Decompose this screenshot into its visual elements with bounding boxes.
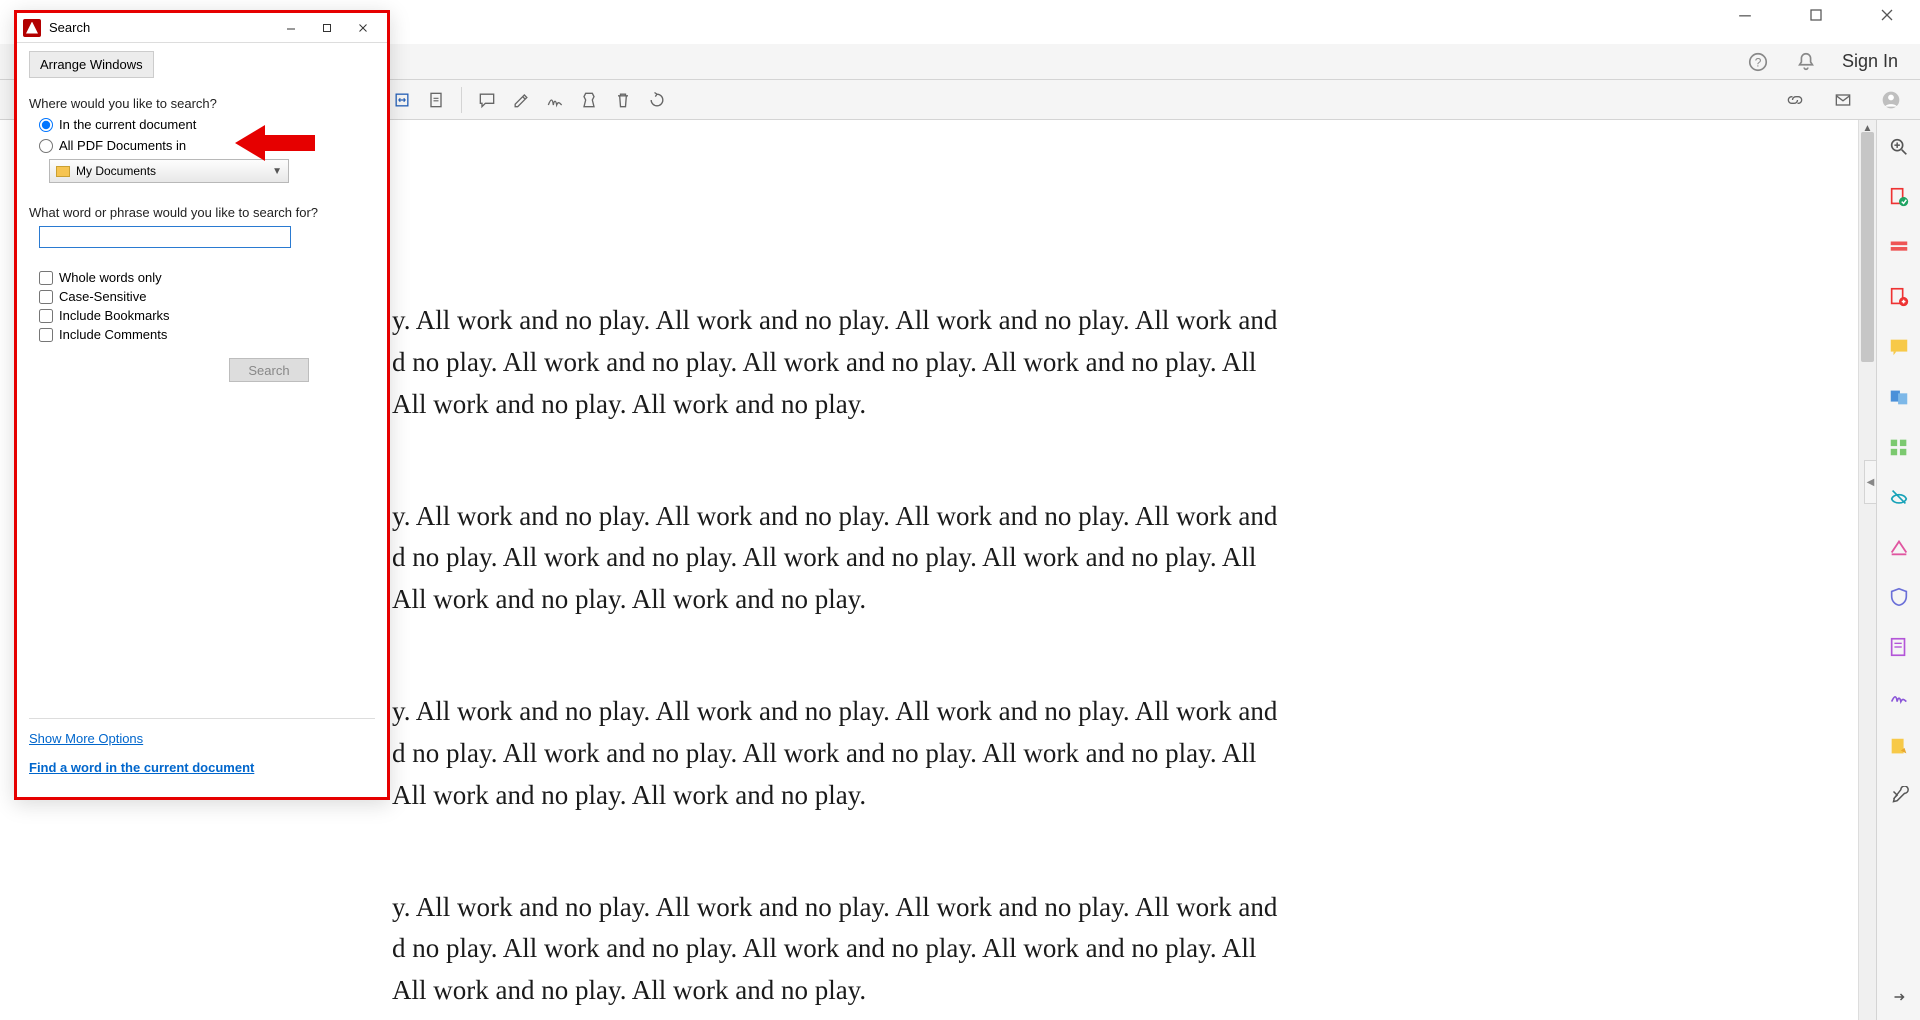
main-minimize-button[interactable] xyxy=(1722,0,1768,30)
where-search-label: Where would you like to search? xyxy=(29,96,375,111)
checkbox-case-sensitive-input[interactable] xyxy=(39,290,53,304)
location-dropdown-value: My Documents xyxy=(76,164,156,178)
sign-in-link[interactable]: Sign In xyxy=(1842,51,1898,72)
search-phrase-input[interactable] xyxy=(39,226,291,248)
document-viewport[interactable]: y. All work and no play. All work and no… xyxy=(392,120,1856,1020)
checkbox-include-comments-label: Include Comments xyxy=(59,327,167,342)
stamp-icon[interactable] xyxy=(572,83,606,117)
chevron-down-icon: ▼ xyxy=(272,166,282,177)
search-dialog: Search Arrange Windows Where would you l… xyxy=(14,10,390,800)
compress-icon[interactable] xyxy=(1886,534,1912,560)
checkbox-include-bookmarks-input[interactable] xyxy=(39,309,53,323)
checkbox-include-bookmarks[interactable]: Include Bookmarks xyxy=(39,308,375,323)
dialog-maximize-button[interactable] xyxy=(309,15,345,41)
comment-tool-icon[interactable] xyxy=(1886,334,1912,360)
right-tools-panel xyxy=(1876,120,1920,1020)
dialog-titlebar[interactable]: Search xyxy=(17,13,387,43)
checkbox-include-comments-input[interactable] xyxy=(39,328,53,342)
sign-icon[interactable] xyxy=(538,83,572,117)
main-close-button[interactable] xyxy=(1864,0,1910,30)
checkbox-case-sensitive[interactable]: Case-Sensitive xyxy=(39,289,375,304)
mail-icon[interactable] xyxy=(1826,83,1860,117)
edit-pdf-icon[interactable] xyxy=(1886,284,1912,310)
comment-icon[interactable] xyxy=(470,83,504,117)
what-search-label: What word or phrase would you like to se… xyxy=(29,205,375,220)
show-more-options-link[interactable]: Show More Options xyxy=(29,731,375,746)
arrange-windows-button[interactable]: Arrange Windows xyxy=(29,51,154,78)
combine-icon[interactable] xyxy=(1886,384,1912,410)
search-zoom-icon[interactable] xyxy=(1886,134,1912,160)
delete-icon[interactable] xyxy=(606,83,640,117)
link-icon[interactable] xyxy=(1778,83,1812,117)
svg-text:?: ? xyxy=(1755,55,1762,69)
redact-icon[interactable] xyxy=(1886,484,1912,510)
export-pdf-icon[interactable] xyxy=(1886,184,1912,210)
radio-all-documents[interactable]: All PDF Documents in xyxy=(39,138,375,153)
right-panel-collapse-icon[interactable]: ◀ xyxy=(1864,460,1876,504)
protect-icon[interactable] xyxy=(1886,584,1912,610)
send-icon[interactable] xyxy=(1886,734,1912,760)
radio-current-document-input[interactable] xyxy=(39,118,53,132)
vertical-scrollbar[interactable]: ▲ xyxy=(1858,120,1876,1020)
fit-page-icon[interactable] xyxy=(419,83,453,117)
document-paragraph: y. All work and no play. All work and no… xyxy=(392,300,1856,426)
radio-all-documents-input[interactable] xyxy=(39,139,53,153)
highlight-icon[interactable] xyxy=(504,83,538,117)
dialog-title: Search xyxy=(49,20,273,35)
fill-sign-icon[interactable] xyxy=(1886,634,1912,660)
checkbox-case-sensitive-label: Case-Sensitive xyxy=(59,289,146,304)
signature-icon[interactable] xyxy=(1886,684,1912,710)
organize-icon[interactable] xyxy=(1886,434,1912,460)
more-tools-icon[interactable] xyxy=(1886,784,1912,810)
profile-icon[interactable] xyxy=(1874,83,1908,117)
checkbox-whole-words-label: Whole words only xyxy=(59,270,162,285)
radio-all-documents-label: All PDF Documents in xyxy=(59,138,186,153)
bell-icon[interactable] xyxy=(1794,50,1818,74)
checkbox-include-comments[interactable]: Include Comments xyxy=(39,327,375,342)
rotate-icon[interactable] xyxy=(640,83,674,117)
expand-arrow-icon[interactable] xyxy=(1886,984,1912,1010)
find-word-link[interactable]: Find a word in the current document xyxy=(29,760,375,775)
adobe-icon xyxy=(23,19,41,37)
checkbox-whole-words[interactable]: Whole words only xyxy=(39,270,375,285)
dialog-close-button[interactable] xyxy=(345,15,381,41)
document-paragraph: y. All work and no play. All work and no… xyxy=(392,496,1856,622)
red-arrow-annotation xyxy=(235,123,315,163)
dialog-minimize-button[interactable] xyxy=(273,15,309,41)
document-paragraph: y. All work and no play. All work and no… xyxy=(392,887,1856,1013)
radio-current-document[interactable]: In the current document xyxy=(39,117,375,132)
document-paragraph: y. All work and no play. All work and no… xyxy=(392,691,1856,817)
search-button[interactable]: Search xyxy=(229,358,309,382)
radio-current-document-label: In the current document xyxy=(59,117,196,132)
help-icon[interactable]: ? xyxy=(1746,50,1770,74)
checkbox-whole-words-input[interactable] xyxy=(39,271,53,285)
scrollbar-thumb[interactable] xyxy=(1861,132,1874,362)
folder-icon xyxy=(56,166,70,177)
checkbox-include-bookmarks-label: Include Bookmarks xyxy=(59,308,170,323)
toolbar-separator xyxy=(461,87,462,113)
create-pdf-icon[interactable] xyxy=(1886,234,1912,260)
main-maximize-button[interactable] xyxy=(1793,0,1839,30)
